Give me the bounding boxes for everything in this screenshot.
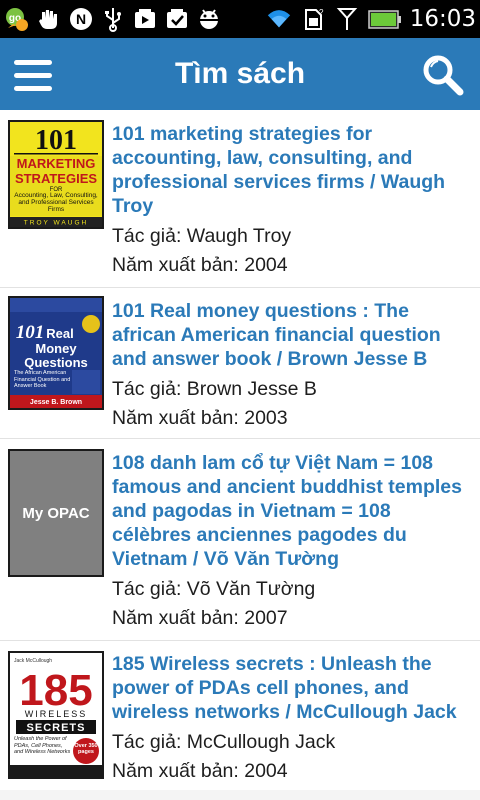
- book-year: Năm xuất bản: 2004: [112, 254, 288, 276]
- book-cover[interactable]: 101 MARKETING STRATEGIES FOR Accounting,…: [8, 120, 104, 229]
- system-icons: ? 16:03: [266, 4, 476, 34]
- play-icon: [132, 6, 158, 32]
- cover-word: STRATEGIES: [15, 171, 97, 186]
- book-cover[interactable]: Jack McCullough 185 WIRELESS SECRETS Unl…: [8, 651, 104, 779]
- search-icon[interactable]: [420, 52, 466, 98]
- book-cover-art: 101 Real Money Questions The African Ame…: [10, 298, 102, 408]
- cover-word: SECRETS: [27, 722, 86, 734]
- book-title-link[interactable]: 108 danh lam cổ tự Việt Nam = 108 famous…: [112, 451, 472, 571]
- svg-text:Jack McCullough: Jack McCullough: [14, 658, 52, 664]
- clock: 16:03: [409, 6, 476, 32]
- cover-subtitle: Unleash the Power of PDAs, Cell Phones, …: [14, 736, 71, 755]
- wifi-icon: [266, 6, 292, 32]
- status-bar: go N ? 16:03: [0, 0, 480, 38]
- cover-subtitle: The African American Financial Question …: [14, 370, 71, 389]
- usb-icon: [100, 6, 126, 32]
- cover-word: Real: [46, 326, 73, 341]
- notification-icons: go N: [4, 5, 222, 33]
- cover-word: Questions: [24, 355, 88, 370]
- book-year: Năm xuất bản: 2004: [112, 760, 288, 782]
- next-item-peek: [0, 790, 480, 800]
- book-author: Tác giả: Waugh Troy: [112, 225, 292, 247]
- svg-text:N: N: [76, 11, 86, 27]
- hand-icon: [36, 6, 62, 32]
- cover-badge: Over 350 pages: [74, 743, 98, 755]
- book-list[interactable]: 101 MARKETING STRATEGIES FOR Accounting,…: [0, 110, 480, 800]
- book-title-link[interactable]: 101 Real money questions : The african A…: [112, 299, 472, 371]
- book-author: Tác giả: Võ Văn Tường: [112, 578, 316, 600]
- list-item[interactable]: Jack McCullough 185 WIRELESS SECRETS Unl…: [0, 641, 480, 800]
- book-info: 101 marketing strategies for accounting,…: [112, 122, 472, 280]
- cover-author: TROY WAUGH: [24, 220, 88, 227]
- book-info: 185 Wireless secrets : Unleash the power…: [112, 652, 472, 786]
- check-download-icon: [164, 6, 190, 32]
- book-year: Năm xuất bản: 2007: [112, 607, 288, 629]
- list-item[interactable]: 101 Real Money Questions The African Ame…: [0, 288, 480, 439]
- book-title-link[interactable]: 185 Wireless secrets : Unleash the power…: [112, 652, 472, 724]
- book-cover[interactable]: My OPAC: [8, 449, 104, 577]
- cover-author: Jesse B. Brown: [30, 399, 82, 406]
- book-info: 108 danh lam cổ tự Việt Nam = 108 famous…: [112, 451, 472, 633]
- sim-icon: ?: [300, 6, 326, 32]
- book-title-link[interactable]: 101 marketing strategies for accounting,…: [112, 122, 472, 218]
- book-info: 101 Real money questions : The african A…: [112, 299, 472, 433]
- talk-icon: go: [4, 6, 30, 32]
- list-item[interactable]: My OPAC 108 danh lam cổ tự Việt Nam = 10…: [0, 439, 480, 641]
- book-cover-art: 101 MARKETING STRATEGIES FOR Accounting,…: [10, 122, 102, 227]
- book-author: Tác giả: McCullough Jack: [112, 731, 336, 753]
- cover-word: Money: [35, 341, 77, 356]
- cover-word: WIRELESS: [25, 709, 88, 719]
- cover-placeholder-text: My OPAC: [22, 504, 90, 522]
- signal-icon: [334, 6, 360, 32]
- android-debug-icon: [196, 6, 222, 32]
- cover-number: 101: [35, 125, 77, 156]
- cover-number: 185: [19, 666, 92, 715]
- book-cover-art: Jack McCullough 185 WIRELESS SECRETS Unl…: [10, 653, 102, 777]
- n-icon: N: [68, 6, 94, 32]
- app-bar: Tìm sách: [0, 38, 480, 110]
- book-year: Năm xuất bản: 2003: [112, 407, 288, 429]
- cover-number: 101: [16, 322, 45, 343]
- page-title: Tìm sách: [174, 57, 306, 90]
- list-item[interactable]: 101 MARKETING STRATEGIES FOR Accounting,…: [0, 110, 480, 288]
- cover-subtitle: Accounting, Law, Consulting, and Profess…: [14, 192, 98, 213]
- book-author: Tác giả: Brown Jesse B: [112, 378, 317, 400]
- battery-icon: [367, 6, 402, 32]
- svg-text:?: ?: [319, 8, 324, 17]
- cover-word: MARKETING: [17, 156, 96, 171]
- book-cover[interactable]: 101 Real Money Questions The African Ame…: [8, 296, 104, 410]
